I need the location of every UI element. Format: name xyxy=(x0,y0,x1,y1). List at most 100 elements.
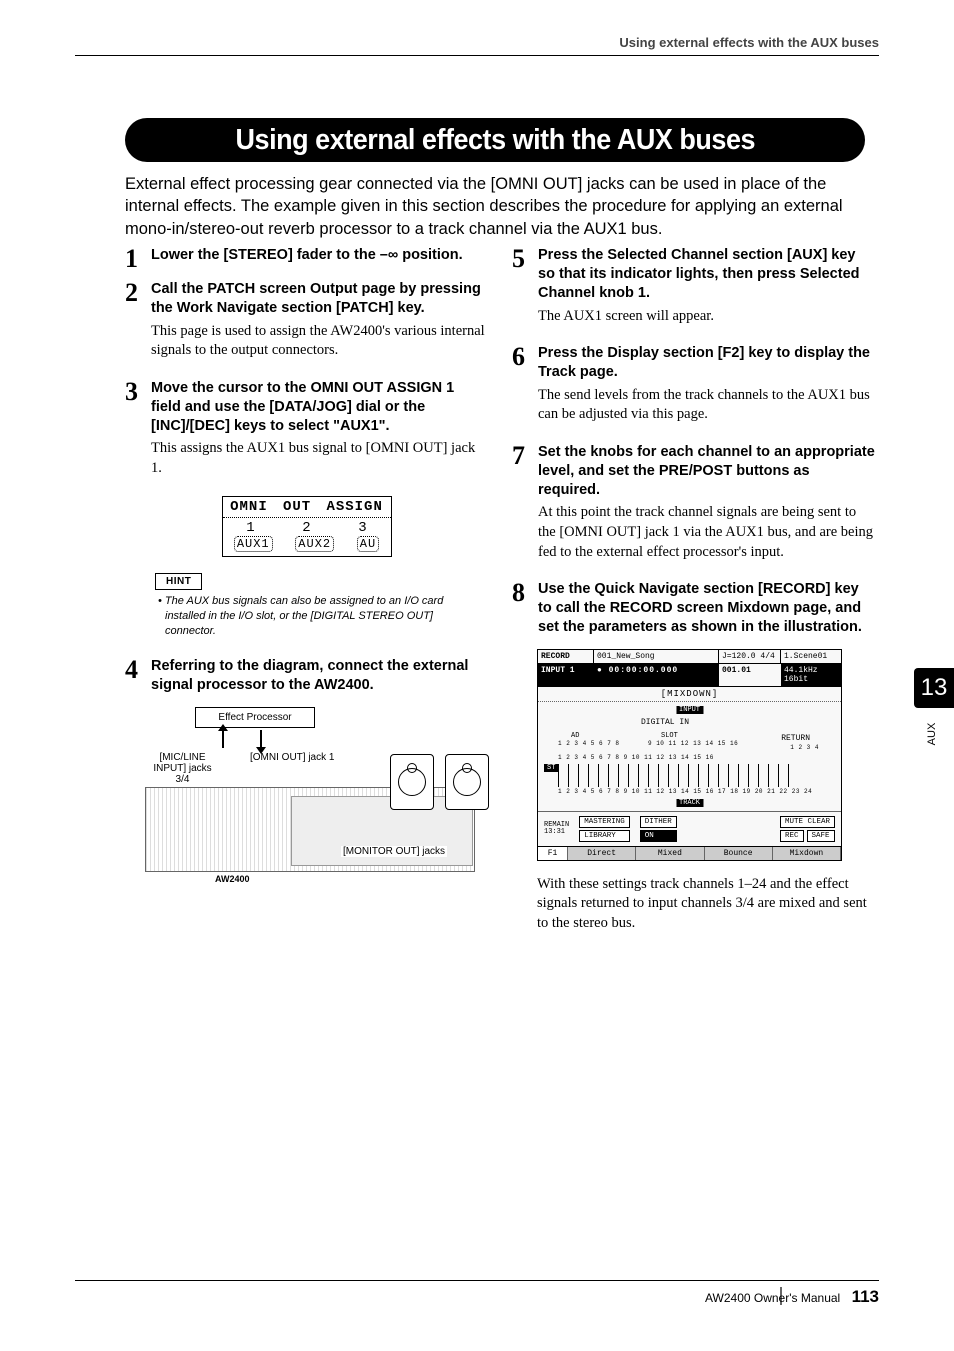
ss-bars: 001.01 xyxy=(719,664,781,686)
connection-diagram: Effect Processor [MIC/LINE INPUT] jacks … xyxy=(145,707,488,884)
header-rule xyxy=(75,55,879,56)
step-number: 3 xyxy=(125,379,143,489)
ss-on-button: ON xyxy=(640,830,677,842)
ss-titlebar: RECORD 001_New_Song J=120.0 4/4 1.Scene0… xyxy=(538,650,841,664)
step-description: The AUX1 screen will appear. xyxy=(538,307,875,327)
ss-digital-in-label: DIGITAL IN xyxy=(638,718,692,727)
lcd-num: 2 xyxy=(302,520,310,536)
step-number: 1 xyxy=(125,246,143,272)
lcd-number-row: 1 2 3 xyxy=(223,518,391,536)
hint-text: • The AUX bus signals can also be assign… xyxy=(165,594,478,639)
lcd-omni-assign: OMNI OUT ASSIGN 1 2 3 AUX1 AUX2 AU xyxy=(222,496,392,557)
diagram-device-label: AW2400 xyxy=(215,874,488,884)
intro-paragraph: External effect processing gear connecte… xyxy=(125,173,865,240)
step-description: This assigns the AUX1 bus signal to [OMN… xyxy=(151,439,488,478)
page-footer: AW2400 Owner's Manual 113 xyxy=(705,1287,879,1307)
ss-remain: REMAIN 13:31 xyxy=(544,822,569,836)
diagram-arrows xyxy=(200,730,310,750)
ss-input-channel-nums: 1 2 3 4 5 6 7 8 9 10 11 12 13 14 15 16 xyxy=(558,754,714,761)
record-screen-screenshot: RECORD 001_New_Song J=120.0 4/4 1.Scene0… xyxy=(537,649,842,861)
ss-input-section-label: INPUT xyxy=(676,706,703,714)
step-number: 5 xyxy=(512,246,530,336)
ss-button-row: REMAIN 13:31 MASTERING LIBRARY DITHER ON… xyxy=(538,812,841,847)
step-title: Press the Selected Channel section [AUX]… xyxy=(538,246,875,303)
step-title: Press the Display section [F2] key to di… xyxy=(538,344,875,382)
step-description: This page is used to assign the AW2400's… xyxy=(151,322,488,361)
ss-mastering-button: MASTERING xyxy=(579,816,630,828)
step-number: 4 xyxy=(125,657,143,699)
right-column: 5 Press the Selected Channel section [AU… xyxy=(512,246,875,943)
arrow-up-icon xyxy=(222,730,224,748)
section-heading-pill: Using external effects with the AUX buse… xyxy=(125,118,865,162)
ss-input-label: INPUT 1 xyxy=(538,664,594,686)
lcd-num: 3 xyxy=(358,520,366,536)
ss-routing-diagram: INPUT DIGITAL IN AD SLOT RETURN ST TRACK… xyxy=(538,702,841,812)
ss-slot-channel-nums: 9 10 11 12 13 14 15 16 xyxy=(648,740,738,747)
ss-ad-channel-nums: 1 2 3 4 5 6 7 8 xyxy=(558,740,620,747)
section-heading: Using external effects with the AUX buse… xyxy=(235,124,754,157)
step-8: 8 Use the Quick Navigate section [RECORD… xyxy=(512,580,875,641)
ss-return-label: RETURN xyxy=(778,734,813,743)
ss-rec-button: REC xyxy=(780,830,804,842)
ss-tempo: J=120.0 4/4 xyxy=(719,650,781,663)
ss-return-channel-nums: 1 2 3 4 xyxy=(790,744,819,751)
lcd-header-cell: OMNI xyxy=(230,499,268,515)
ss-track-channel-nums: 1 2 3 4 5 6 7 8 9 10 11 12 13 14 15 16 1… xyxy=(558,788,812,795)
step-number: 2 xyxy=(125,280,143,371)
step-title: Use the Quick Navigate section [RECORD] … xyxy=(538,580,875,637)
step-title: Referring to the diagram, connect the ex… xyxy=(151,657,488,695)
ss-slot-label: SLOT xyxy=(658,732,681,740)
diagram-effect-processor: Effect Processor xyxy=(195,707,315,728)
ss-mixdown-header: [MIXDOWN] xyxy=(538,687,841,702)
lcd-header-row: OMNI OUT ASSIGN xyxy=(223,497,391,518)
ss-song-name: 001_New_Song xyxy=(594,650,719,663)
ss-tab-row: F1 Direct Mixed Bounce Mixdown xyxy=(538,847,841,860)
speaker-icon xyxy=(445,754,489,810)
step-6: 6 Press the Display section [F2] key to … xyxy=(512,344,875,435)
ss-scene: 1.Scene01 xyxy=(781,650,841,663)
ss-record-label: RECORD xyxy=(538,650,594,663)
ss-tab-bounce: Bounce xyxy=(705,847,773,860)
footer-rule xyxy=(75,1280,879,1281)
ss-samplerate: 44.1kHz 16bit xyxy=(781,664,841,686)
step-number: 6 xyxy=(512,344,530,435)
chapter-label: AUX xyxy=(926,712,938,756)
closing-paragraph: With these settings track channels 1–24 … xyxy=(537,875,875,934)
lcd-value: AU xyxy=(357,536,379,552)
step-7: 7 Set the knobs for each channel to an a… xyxy=(512,443,875,572)
step-3: 3 Move the cursor to the OMNI OUT ASSIGN… xyxy=(125,379,488,489)
diagram-monitor-label: [MONITOR OUT] jacks xyxy=(341,846,447,857)
ss-library-button: LIBRARY xyxy=(579,830,630,842)
step-title: Call the PATCH screen Output page by pre… xyxy=(151,280,488,318)
ss-statusbar: INPUT 1 ● 00:00:00.000 001.01 44.1kHz 16… xyxy=(538,664,841,687)
step-title: Set the knobs for each channel to an app… xyxy=(538,443,875,500)
ss-timecode: ● 00:00:00.000 xyxy=(594,664,719,686)
arrow-down-icon xyxy=(260,730,262,748)
lcd-value: AUX1 xyxy=(234,536,273,552)
ss-remain-time: 13:31 xyxy=(544,829,569,836)
chapter-number: 13 xyxy=(914,668,954,708)
ss-tab-mixdown: Mixdown xyxy=(773,847,841,860)
lcd-header-cell: ASSIGN xyxy=(326,499,382,515)
chapter-tab: 13 AUX xyxy=(910,668,954,740)
left-column: 1 Lower the [STEREO] fader to the –∞ pos… xyxy=(125,246,488,943)
step-2: 2 Call the PATCH screen Output page by p… xyxy=(125,280,488,371)
step-1: 1 Lower the [STEREO] fader to the –∞ pos… xyxy=(125,246,488,272)
running-header: Using external effects with the AUX buse… xyxy=(619,35,879,50)
step-number: 7 xyxy=(512,443,530,572)
lcd-header-cell: OUT xyxy=(283,499,311,515)
ss-tab-f1: F1 xyxy=(538,847,568,860)
lcd-value-row: AUX1 AUX2 AU xyxy=(223,536,391,556)
ss-mixdown-text: MIXDOWN xyxy=(667,689,712,699)
lcd-value: AUX2 xyxy=(295,536,334,552)
step-title: Move the cursor to the OMNI OUT ASSIGN 1… xyxy=(151,379,488,436)
step-5: 5 Press the Selected Channel section [AU… xyxy=(512,246,875,336)
step-title: Lower the [STEREO] fader to the –∞ posit… xyxy=(151,246,488,265)
lcd-num: 1 xyxy=(246,520,254,536)
two-column-body: 1 Lower the [STEREO] fader to the –∞ pos… xyxy=(125,246,885,943)
diagram-omni-label: [OMNI OUT] jack 1 xyxy=(250,752,334,785)
ss-tab-direct: Direct xyxy=(568,847,636,860)
step-number: 8 xyxy=(512,580,530,641)
speaker-icon xyxy=(390,754,434,810)
step-4: 4 Referring to the diagram, connect the … xyxy=(125,657,488,699)
